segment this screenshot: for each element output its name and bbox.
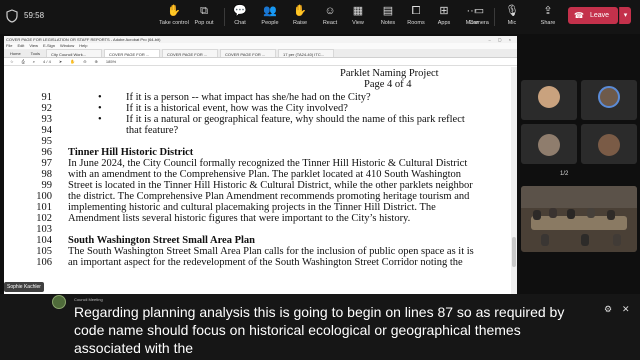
participant-tile[interactable] (581, 80, 637, 120)
star-icon[interactable]: ☆ (10, 58, 14, 65)
window-controls-icon[interactable]: – ▢ × (488, 36, 517, 43)
gear-icon[interactable]: ⚙ (604, 304, 612, 315)
pop-out-icon: ⧉ (200, 5, 208, 17)
hand-tool-icon[interactable]: ✋ (70, 58, 75, 65)
tab-document[interactable]: COVER PAGE FOR ... (162, 49, 219, 57)
doc-line: 106 an important aspect for the redevelo… (36, 257, 463, 268)
pdf-scroll-thumb[interactable] (512, 237, 516, 267)
phone-icon: ☎ (574, 11, 584, 20)
leave-options-chevron-icon[interactable]: ▾ (619, 7, 631, 24)
acrobat-tab-bar: Home Tools City Council Work... COVER PA… (4, 49, 517, 58)
zoom-out-icon[interactable]: ⊖ (83, 58, 86, 65)
caption-text: Regarding planning analysis this is goin… (74, 304, 565, 356)
tab-home[interactable]: Home (6, 49, 25, 57)
page-indicator[interactable]: 4 / 4 (43, 58, 51, 65)
doc-line: 94 that feature? (41, 125, 179, 136)
doc-header-page: Page 4 of 4 (364, 79, 412, 90)
caption-speaker: Council Meeting (74, 297, 103, 302)
zoom-in-icon[interactable]: ⊕ (95, 58, 98, 65)
mic-button[interactable]: 🎙 Mic (494, 4, 530, 30)
camera-icon: ▭ (473, 5, 485, 17)
pop-out-button[interactable]: ⧉ Pop out (186, 4, 222, 30)
leave-button[interactable]: ☎ Leave (568, 7, 618, 24)
share-button[interactable]: ⇪ Share (530, 4, 566, 30)
avatar (598, 134, 620, 156)
doc-line: 102 Amendment lists several historic fig… (36, 213, 411, 224)
section-heading: South Washington Street Small Area Plan (68, 235, 255, 246)
participant-tile[interactable] (581, 124, 637, 164)
participant-tile[interactable] (521, 124, 577, 164)
presenter-name-tag: Sophie Kachler (4, 282, 44, 292)
search-icon[interactable]: ⌕ (33, 58, 35, 65)
pdf-page: Parklet Naming Project Page 4 of 4 91 • … (4, 67, 511, 294)
avatar (538, 134, 560, 156)
meeting-timer: 59:58 (24, 11, 45, 20)
camera-button[interactable]: ▭ Camera (461, 4, 497, 30)
share-icon: ⇪ (543, 5, 553, 17)
doc-line: 93 • If it is a natural or geographical … (41, 114, 465, 125)
tab-document-active[interactable]: COVER PAGE FOR ... (104, 49, 161, 57)
shield-icon (6, 9, 18, 23)
pdf-scrollbar[interactable] (511, 67, 517, 294)
tab-document[interactable]: City Council Work... (46, 49, 103, 57)
participant-tile[interactable] (521, 80, 577, 120)
doc-header-title: Parklet Naming Project (340, 68, 439, 79)
room-video-tile[interactable] (521, 186, 637, 252)
acrobat-title-bar: COVER PAGE FOR LEGISLATION OR STAFF REPO… (4, 36, 517, 43)
microphone-icon: 🎙 (505, 5, 519, 17)
section-heading: Tinner Hill Historic District (68, 147, 194, 158)
print-icon[interactable]: ⎙ (22, 58, 25, 65)
shared-screen: COVER PAGE FOR LEGISLATION OR STAFF REPO… (4, 36, 517, 294)
zoom-level[interactable]: 185% (106, 58, 116, 65)
tab-document[interactable]: 17 per (TA24-40) ITC... (278, 49, 335, 57)
speaker-avatar (52, 295, 66, 309)
pointer-icon[interactable]: ➤ (59, 58, 62, 65)
avatar (538, 86, 560, 108)
meeting-toolbar: 59:58 ✋ Take control ⧉ Pop out 💬 Chat 👥 … (0, 0, 640, 34)
live-captions-panel: Council Meeting Regarding planning analy… (0, 294, 640, 360)
avatar (598, 86, 620, 108)
participant-pager[interactable]: 1/2 (560, 171, 568, 177)
tab-tools[interactable]: Tools (27, 49, 44, 57)
acrobat-toolbar: ☆ ⎙ ⌕ 4 / 4 ➤ ✋ ⊖ ⊕ 185% (4, 58, 517, 66)
close-icon[interactable]: ✕ (622, 304, 630, 315)
tab-document[interactable]: COVER PAGE FOR ... (220, 49, 277, 57)
